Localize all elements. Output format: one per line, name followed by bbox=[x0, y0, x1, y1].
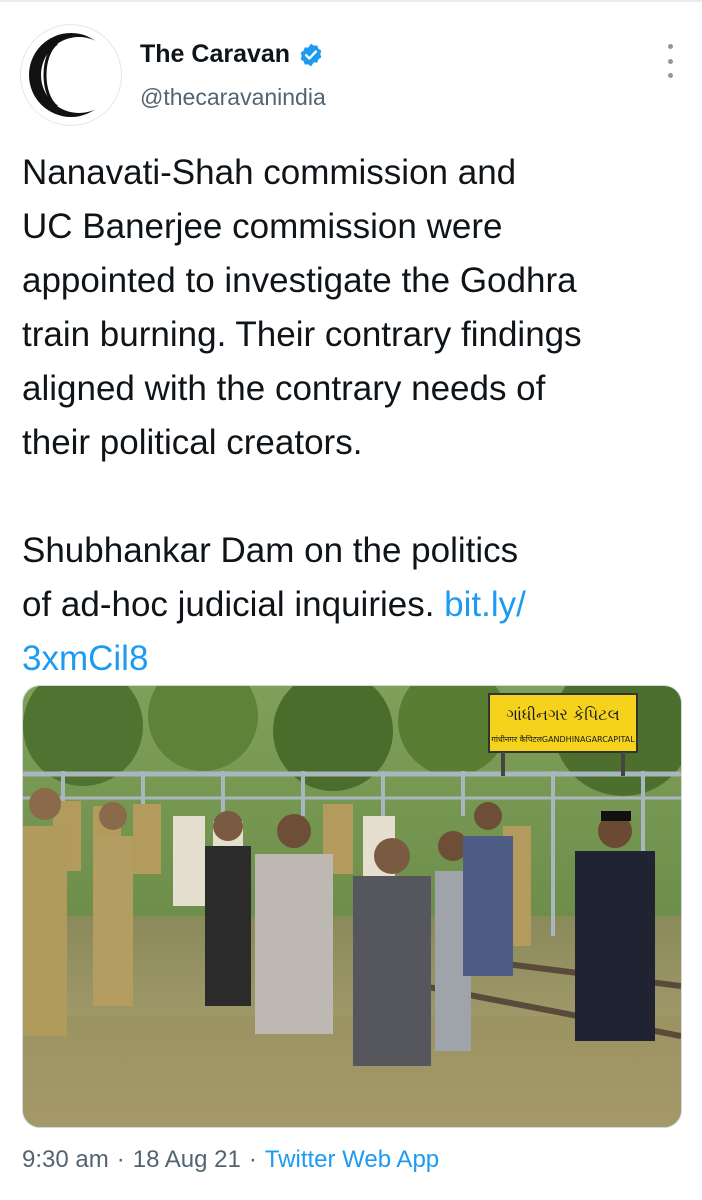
tweet-header: The Caravan @thecaravanindia bbox=[20, 24, 682, 126]
account-name[interactable]: The Caravan bbox=[140, 40, 290, 69]
tweet-text: Nanavati-Shah commission and UC Banerjee… bbox=[22, 146, 682, 686]
tweet-date[interactable]: 18 Aug 21 bbox=[133, 1146, 241, 1174]
more-options-icon[interactable] bbox=[664, 44, 676, 78]
tweet-link-part-1: bit.ly/ bbox=[444, 585, 526, 624]
tweet-paragraph-1: Nanavati-Shah commission and UC Banerjee… bbox=[22, 153, 582, 462]
tweet-link-part-2: 3xmCil8 bbox=[22, 639, 149, 678]
tweet-time[interactable]: 9:30 am bbox=[22, 1146, 109, 1174]
top-divider bbox=[0, 0, 702, 2]
meta-separator: · bbox=[248, 1146, 257, 1173]
account-handle[interactable]: @thecaravanindia bbox=[140, 84, 326, 111]
meta-separator: · bbox=[116, 1146, 125, 1173]
tweet-metadata: 9:30 am · 18 Aug 21 · Twitter Web App bbox=[22, 1146, 439, 1174]
verified-badge-icon bbox=[300, 43, 322, 66]
photo-scene: ગાંધીનગર કેપિટલ गांधीनगर कैपिटलGANDHINAG… bbox=[23, 686, 681, 1127]
avatar[interactable] bbox=[20, 24, 122, 126]
caravan-logo-icon bbox=[29, 33, 117, 117]
sign-hindi-english: गांधीनगर कैपिटलGANDHINAGARCAPITAL bbox=[491, 734, 635, 744]
sign-gujarati: ગાંધીનગર કેપિટલ bbox=[506, 705, 619, 724]
tweet-photo[interactable]: ગાંધીનગર કેપિટલ गांधीनगर कैपिटलGANDHINAG… bbox=[22, 685, 682, 1128]
tweet-source-app[interactable]: Twitter Web App bbox=[265, 1146, 439, 1174]
